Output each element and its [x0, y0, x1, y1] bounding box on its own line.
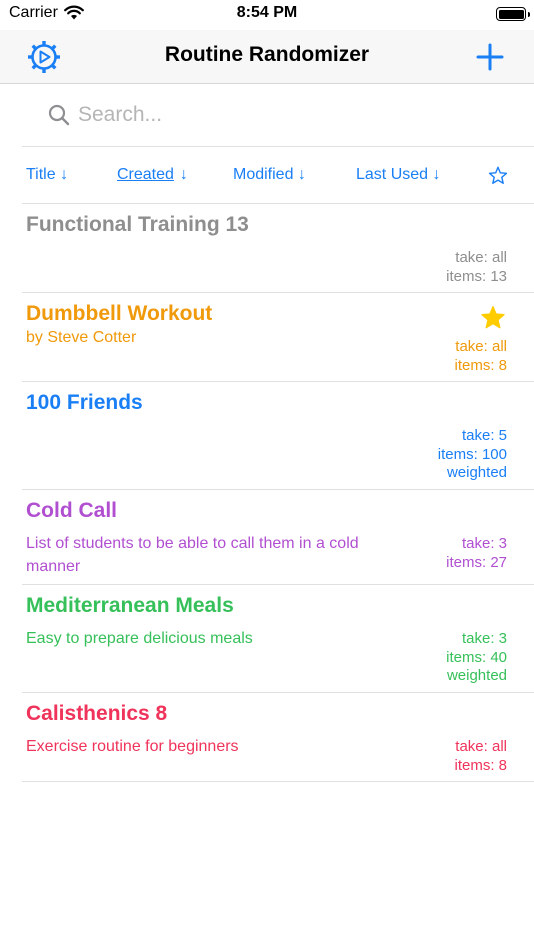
routine-items: items: 40 — [446, 648, 507, 666]
routine-meta: take: 3 items: 27 — [446, 535, 507, 572]
favorite-star-icon — [480, 305, 506, 335]
routine-row[interactable]: Cold Call List of students to be able to… — [22, 490, 534, 585]
routine-meta: take: 5 items: 100 weighted — [438, 427, 507, 483]
routine-description: Exercise routine for beginners — [26, 738, 239, 755]
routine-title: Cold Call — [26, 499, 118, 522]
routine-title: 100 Friends — [26, 391, 143, 414]
routine-take: take: 5 — [461, 427, 507, 444]
sort-by-created-button[interactable]: Created ↓ — [117, 166, 188, 184]
add-routine-button[interactable] — [473, 40, 507, 74]
sort-by-modified-button[interactable]: Modified ↓ — [233, 166, 306, 184]
routine-title: Functional Training 13 — [26, 213, 249, 236]
routine-take: take: all — [455, 249, 507, 266]
routine-title: Calisthenics 8 — [26, 702, 168, 725]
routine-list: Functional Training 13 take: all items: … — [22, 204, 534, 782]
routine-take: take: 3 — [461, 535, 507, 552]
routine-items: items: 100 — [437, 445, 507, 463]
status-bar: Carrier 8:54 PM — [0, 0, 534, 30]
sort-by-title-button[interactable]: Title ↓ — [26, 166, 68, 184]
routine-take: take: 3 — [461, 630, 507, 647]
routine-description: Easy to prepare delicious meals — [26, 630, 253, 647]
routine-meta: take: all items: 8 — [454, 738, 507, 775]
routine-row[interactable]: Mediterranean Meals Easy to prepare deli… — [22, 585, 534, 693]
routine-title: Dumbbell Workout — [26, 302, 213, 325]
search-bar — [22, 84, 534, 147]
routine-description: by Steve Cotter — [26, 329, 137, 346]
sort-created-label: Created — [117, 166, 174, 183]
routine-weighted: weighted — [446, 667, 507, 684]
routine-row[interactable]: Calisthenics 8 Exercise routine for begi… — [22, 693, 534, 782]
sort-bar: Title ↓ Created ↓ Modified ↓ Last Used ↓ — [22, 148, 534, 204]
routine-description: List of students to be able to call them… — [26, 535, 359, 575]
battery-icon — [496, 7, 530, 21]
sort-by-last-used-button[interactable]: Last Used ↓ — [356, 166, 440, 184]
search-input[interactable] — [78, 100, 498, 130]
routine-take: take: all — [455, 338, 507, 355]
routine-weighted: weighted — [446, 464, 507, 481]
routine-row[interactable]: Functional Training 13 take: all items: … — [22, 204, 534, 293]
routine-items: items: 8 — [454, 756, 507, 774]
routine-items: items: 27 — [446, 553, 507, 571]
plus-icon — [476, 43, 504, 71]
routine-row[interactable]: Dumbbell Workout by Steve Cotter take: a… — [22, 293, 534, 382]
navigation-bar: Routine Randomizer — [0, 30, 534, 84]
routine-title: Mediterranean Meals — [26, 594, 234, 617]
star-outline-icon — [488, 166, 508, 184]
routine-items: items: 8 — [454, 356, 507, 374]
routine-items: items: 13 — [446, 267, 507, 285]
routine-take: take: all — [455, 738, 507, 755]
routine-row[interactable]: 100 Friends take: 5 items: 100 weighted — [22, 382, 534, 490]
clock: 8:54 PM — [236, 4, 298, 21]
sort-by-favorite-button[interactable] — [488, 166, 508, 190]
arrow-down-icon: ↓ — [179, 166, 188, 183]
page-title: Routine Randomizer — [164, 43, 370, 66]
routine-meta: take: all items: 13 — [446, 249, 507, 286]
routine-meta: take: 3 items: 40 weighted — [446, 630, 507, 686]
routine-meta: take: all items: 8 — [454, 338, 507, 375]
search-icon — [48, 104, 70, 131]
